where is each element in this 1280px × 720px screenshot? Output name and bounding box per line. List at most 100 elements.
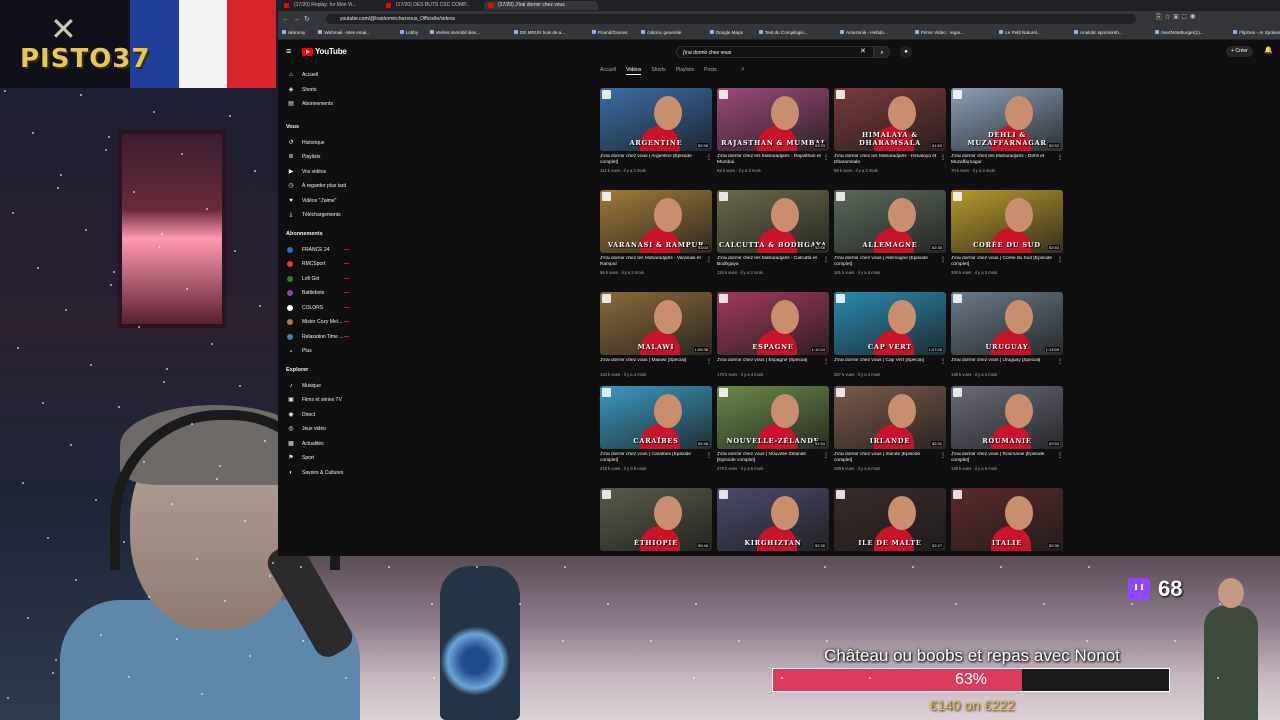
video-thumbnail[interactable]: CORÉE DU SUD 52:53 bbox=[951, 190, 1063, 253]
more-options-icon[interactable]: ⋮ bbox=[706, 256, 712, 263]
more-options-icon[interactable]: ⋮ bbox=[1057, 154, 1063, 161]
bookmark-item[interactable]: Test du Compilogis... bbox=[758, 30, 807, 35]
video-thumbnail[interactable]: ARGENTINE 52:58 bbox=[600, 88, 712, 151]
sidebar-item[interactable]: ▶ Vos vidéos bbox=[286, 167, 327, 177]
video-title[interactable]: J'irai dormir chez les Maharadjahs - Var… bbox=[600, 256, 704, 268]
sidebar-item[interactable]: ♥ Vidéos "J'aime" bbox=[286, 196, 336, 206]
more-options-icon[interactable]: ⋮ bbox=[823, 358, 829, 365]
video-title[interactable]: J'irai dormir chez vous | Uruguay [Spéci… bbox=[951, 358, 1055, 370]
notifications-icon[interactable]: 🔔 bbox=[1264, 46, 1273, 54]
sidebar-item[interactable]: Lofi Girl bbox=[286, 274, 349, 284]
more-options-icon[interactable]: ⋮ bbox=[823, 154, 829, 161]
extension-icons[interactable]: ⎘☆▣⬚◉ bbox=[1156, 14, 1199, 22]
sidebar-item[interactable]: Relaxation Time ... bbox=[286, 332, 349, 342]
video-thumbnail[interactable]: ALLEMAGNE 52:30 bbox=[834, 190, 946, 253]
more-options-icon[interactable]: ⋮ bbox=[706, 154, 712, 161]
url-field[interactable]: youtube.com/@Iraidormirchezvous_Officiel… bbox=[326, 14, 1136, 24]
video-thumbnail[interactable]: ITALIE 52:30 bbox=[951, 488, 1063, 551]
video-title[interactable]: J'irai dormir chez vous | Irlande [Episo… bbox=[834, 452, 938, 464]
bookmark-item[interactable]: Le Petit Naturel... bbox=[999, 30, 1041, 35]
sidebar-item[interactable]: ▦ Actualités bbox=[286, 439, 324, 449]
sidebar-item[interactable]: ◷ À regarder plus tard bbox=[286, 181, 346, 191]
video-thumbnail[interactable]: DEHLI & MUZAFFARNAGAR 52:52 bbox=[951, 88, 1063, 151]
more-options-icon[interactable]: ⋮ bbox=[940, 154, 946, 161]
sidebar-item[interactable]: ◎ Jeux vidéo bbox=[286, 424, 326, 434]
sidebar-item[interactable]: ↺ Historique bbox=[286, 138, 324, 148]
video-thumbnail[interactable]: NOUVELLE-ZÉLANDE 51:54 bbox=[717, 386, 829, 449]
video-title[interactable]: J'irai dormir chez les Maharadjahs - Cal… bbox=[717, 256, 821, 268]
video-thumbnail[interactable]: ÉTHIOPIE 50:48 bbox=[600, 488, 712, 551]
sidebar-item[interactable]: ◐ Savoirs & Cultures bbox=[286, 468, 343, 478]
video-title[interactable]: J'irai dormir chez les Maharadjahs - Raj… bbox=[717, 154, 821, 166]
video-title[interactable]: J'irai dormir chez vous | Malawi [Spécia… bbox=[600, 358, 704, 370]
video-title[interactable]: J'irai dormir chez les Maharadjahs - Him… bbox=[834, 154, 938, 166]
more-options-icon[interactable]: ⋮ bbox=[706, 452, 712, 459]
more-options-icon[interactable]: ⋮ bbox=[823, 256, 829, 263]
video-thumbnail[interactable]: URUGUAY 1:13:59 bbox=[951, 292, 1063, 355]
more-options-icon[interactable]: ⋮ bbox=[940, 358, 946, 365]
more-options-icon[interactable]: ⋮ bbox=[1057, 452, 1063, 459]
video-title[interactable]: J'irai dormir chez vous | Corée du Sud [… bbox=[951, 256, 1055, 268]
menu-icon[interactable]: ≡ bbox=[286, 46, 291, 56]
browser-tab[interactable]: (17/20) DES BUTS CSC COMP... bbox=[382, 1, 496, 10]
channel-tab[interactable]: Vidéos bbox=[626, 67, 642, 75]
video-thumbnail[interactable]: VARANASI & RAMPUR 53:03 bbox=[600, 190, 712, 253]
more-options-icon[interactable]: ⋮ bbox=[940, 256, 946, 263]
video-thumbnail[interactable]: ROUMANIE 52:53 bbox=[951, 386, 1063, 449]
sidebar-item[interactable]: ⚑ Sport bbox=[286, 453, 314, 463]
video-thumbnail[interactable]: IRLANDE 52:31 bbox=[834, 386, 946, 449]
video-thumbnail[interactable]: KIRGHIZTAN 52:30 bbox=[717, 488, 829, 551]
sidebar-item[interactable]: FRANCE 24 bbox=[286, 245, 349, 255]
bookmark-item[interactable]: FlipGen - AI Spokes... bbox=[1233, 30, 1280, 35]
video-title[interactable]: J'irai dormir chez vous | Nouvelle-Zélan… bbox=[717, 452, 821, 464]
video-thumbnail[interactable]: HIMALAYA & DHARAMSALA 51:52 bbox=[834, 88, 946, 151]
video-thumbnail[interactable]: RAJASTHAN & MUMBAI 53:33 bbox=[717, 88, 829, 151]
bookmark-item[interactable]: DE MRUN bois de a... bbox=[514, 30, 565, 35]
youtube-logo[interactable]: YouTube bbox=[302, 47, 347, 56]
more-options-icon[interactable]: ⋮ bbox=[940, 452, 946, 459]
more-options-icon[interactable]: ⋮ bbox=[1057, 256, 1063, 263]
sidebar-item[interactable]: ♪ Musique bbox=[286, 381, 321, 391]
channel-search-icon[interactable]: ⌕ bbox=[741, 66, 745, 74]
search-input[interactable]: j'irai dormir chez vous bbox=[676, 46, 874, 58]
sidebar-item[interactable]: ◈ Shorts bbox=[286, 85, 317, 95]
bookmark-item[interactable]: Google Maps bbox=[709, 30, 743, 35]
sidebar-item[interactable]: ◉ Direct bbox=[286, 410, 315, 420]
bookmark-item[interactable]: oksrumy bbox=[282, 30, 305, 35]
channel-tab[interactable]: Accueil bbox=[600, 67, 616, 73]
sidebar-item[interactable]: ▣ Films et séries TV bbox=[286, 395, 342, 405]
search-button[interactable]: ⌕ bbox=[874, 46, 890, 58]
bookmark-item[interactable]: Prime Video : regar... bbox=[914, 30, 964, 35]
bookmark-item[interactable]: Webmail - Mes emai... bbox=[318, 30, 370, 35]
sidebar-item[interactable]: ▤ Abonnements bbox=[286, 99, 333, 109]
voice-search-icon[interactable]: ● bbox=[900, 46, 912, 58]
video-thumbnail[interactable]: MALAWI 1:09:38 bbox=[600, 292, 712, 355]
browser-tab[interactable]: (17/20) Replay: for Mon Vi... bbox=[280, 1, 394, 10]
video-title[interactable]: J'irai dormir chez vous | Caraïbes [Epis… bbox=[600, 452, 704, 464]
video-thumbnail[interactable]: CALCUTTA & BODHGAYA 52:58 bbox=[717, 190, 829, 253]
sidebar-item[interactable]: ⤓ Téléchargements bbox=[286, 210, 341, 220]
video-thumbnail[interactable]: ILE DE MALTE 52:27 bbox=[834, 488, 946, 551]
sidebar-section-header[interactable]: Explorer bbox=[286, 367, 308, 373]
clear-search-icon[interactable]: ✕ bbox=[860, 47, 866, 55]
sidebar-item[interactable]: Battlebots bbox=[286, 288, 349, 298]
sidebar-item[interactable]: COLORS bbox=[286, 303, 349, 313]
more-options-icon[interactable]: ⋮ bbox=[823, 452, 829, 459]
bookmark-item[interactable]: Lobby bbox=[399, 30, 418, 35]
channel-tab[interactable]: Posts bbox=[704, 67, 717, 73]
channel-tab[interactable]: Shorts bbox=[651, 67, 665, 73]
bookmark-item[interactable]: Vestes immobil ides... bbox=[429, 30, 480, 35]
sidebar-item[interactable]: RMCSport bbox=[286, 259, 349, 269]
sidebar-more[interactable]: ⌄ Plus bbox=[286, 346, 311, 356]
bookmark-item[interactable]: Pound/Games bbox=[592, 30, 627, 35]
video-title[interactable]: J'irai dormir chez vous | Allemagne [Epi… bbox=[834, 256, 938, 268]
bookmark-item[interactable]: Amazonik - Hebdo... bbox=[840, 30, 888, 35]
video-title[interactable]: J'irai dormir chez vous | Cap Vert [Spéc… bbox=[834, 358, 938, 370]
more-options-icon[interactable]: ⋮ bbox=[1057, 358, 1063, 365]
video-thumbnail[interactable]: CAP VERT 1:07:00 bbox=[834, 292, 946, 355]
video-title[interactable]: J'irai dormir chez les Maharadjahs - Deh… bbox=[951, 154, 1055, 166]
video-title[interactable]: J'irai dormir chez vous | Roumanie [Epis… bbox=[951, 452, 1055, 464]
video-title[interactable]: J'irai dormir chez vous | Espagne [Spéci… bbox=[717, 358, 821, 370]
bookmark-item[interactable]: Analotic sponsorsh... bbox=[1074, 30, 1123, 35]
channel-tab[interactable]: Playlists bbox=[676, 67, 694, 73]
